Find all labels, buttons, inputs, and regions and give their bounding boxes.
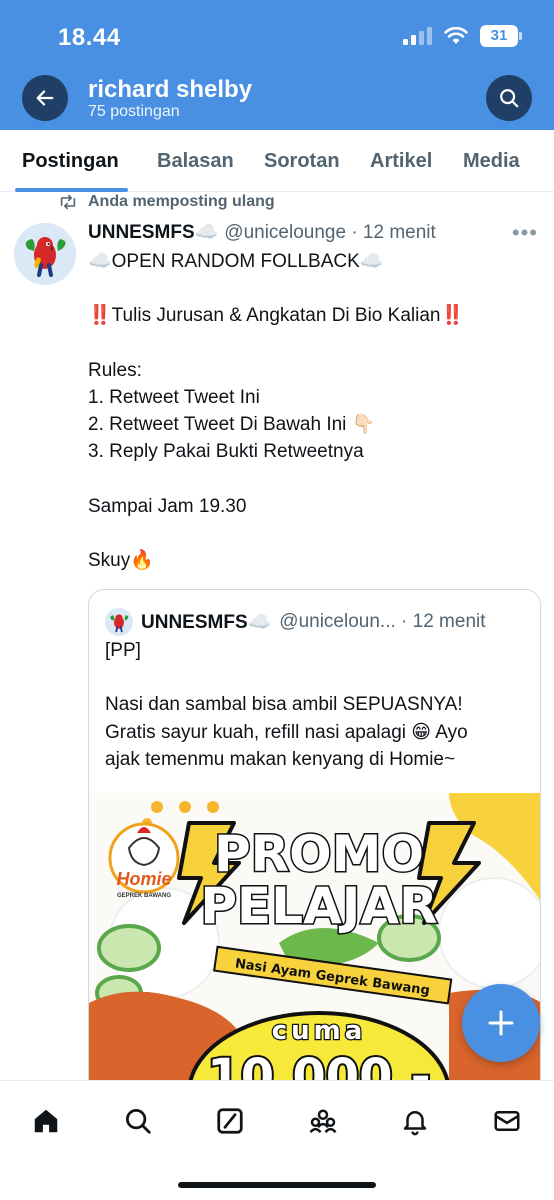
home-icon <box>34 1109 58 1133</box>
promo-logo-sub: GEPREK BAWANG <box>117 893 171 899</box>
status-time: 18.44 <box>58 24 121 51</box>
post-author-line: UNNESMFS☁️ @unicelounge · 12 menit <box>88 220 436 244</box>
back-button[interactable] <box>22 75 68 121</box>
search-icon <box>500 89 519 108</box>
quoted-line: [PP] <box>105 640 141 661</box>
parrot-avatar-icon <box>14 223 76 285</box>
profile-name: richard shelby <box>88 76 253 103</box>
quoted-author-name: UNNESMFS☁️ <box>141 612 272 633</box>
promo-cuma-text: cuma <box>272 1016 367 1046</box>
post-line: 3. Reply Pakai Bukti Retweetnya <box>88 441 364 463</box>
quoted-avatar <box>105 608 133 636</box>
quoted-author-meta: @uniceloun... · 12 menit <box>279 611 486 632</box>
search-button[interactable] <box>486 75 532 121</box>
grok-icon <box>217 1108 243 1134</box>
tab-artikel[interactable]: Artikel <box>370 150 432 173</box>
status-icons: 31 <box>403 25 522 47</box>
compose-post-button[interactable] <box>462 984 540 1062</box>
repost-context: Anda memposting ulang <box>58 193 275 211</box>
nav-explore[interactable] <box>118 1101 158 1141</box>
promo-headline-1: PROMO <box>214 825 424 883</box>
battery-indicator: 31 <box>480 25 522 47</box>
nav-notifications[interactable] <box>395 1101 435 1141</box>
post-line: Sampai Jam 19.30 <box>88 495 247 517</box>
quoted-line: Gratis sayur kuah, refill nasi apalagi 😁… <box>105 721 468 743</box>
promo-image[interactable]: Homie GEPREK BAWANG PROMO PELAJAR Nasi A… <box>89 793 540 1108</box>
post-line: 1. Retweet Tweet Ini <box>88 386 260 408</box>
post-count: 75 postingan <box>88 103 180 120</box>
profile-tabs: Postingan Balasan Sorotan Artikel Media <box>0 130 554 192</box>
promo-headline-2: PELAJAR <box>200 877 437 935</box>
post-author-meta: @unicelounge · 12 menit <box>224 222 436 243</box>
post-line: Skuy🔥 <box>88 550 154 572</box>
profile-header: 18.44 31 richard shelby 75 postingan <box>0 0 554 130</box>
cellular-signal-icon <box>403 27 432 45</box>
tab-postingan[interactable]: Postingan <box>22 150 119 173</box>
nav-grok[interactable] <box>210 1101 250 1141</box>
repost-icon <box>60 194 76 210</box>
explore-icon <box>126 1109 151 1134</box>
messages-icon <box>494 1111 520 1131</box>
quoted-line: Nasi dan sambal bisa ambil SEPUASNYA! <box>105 694 463 716</box>
post-line: ☁️OPEN RANDOM FOLLBACK☁️ <box>88 251 384 272</box>
back-arrow-icon <box>36 90 54 106</box>
home-indicator <box>178 1182 376 1188</box>
notifications-icon <box>403 1111 427 1136</box>
nav-communities[interactable] <box>303 1101 343 1141</box>
active-tab-indicator <box>15 188 128 192</box>
post-line: Rules: <box>88 359 142 381</box>
tab-media[interactable]: Media <box>463 150 520 173</box>
quoted-body: [PP] Nasi dan sambal bisa ambil SEPUASNY… <box>105 637 525 773</box>
promo-logo-text: Homie <box>116 869 171 889</box>
nav-home[interactable] <box>26 1101 66 1141</box>
post-author-name[interactable]: UNNESMFS☁️ <box>88 220 218 244</box>
quoted-line: ajak temenmu makan kenyang di Homie~ <box>105 748 456 770</box>
quoted-author-line: UNNESMFS☁️ @uniceloun... · 12 menit <box>105 608 486 636</box>
wifi-icon <box>444 27 468 44</box>
communities-icon <box>309 1109 337 1134</box>
post-body: ☁️OPEN RANDOM FOLLBACK☁️ ‼️Tulis Jurusan… <box>88 248 538 574</box>
tab-balasan[interactable]: Balasan <box>157 150 234 173</box>
avatar[interactable] <box>14 223 76 285</box>
plus-icon <box>488 1010 514 1036</box>
more-icon[interactable]: ••• <box>512 220 538 246</box>
parrot-avatar-icon <box>105 608 133 636</box>
post-line: ‼️Tulis Jurusan & Angkatan Di Bio Kalian… <box>88 305 465 327</box>
repost-label: Anda memposting ulang <box>88 193 275 210</box>
promo-graphic: Homie GEPREK BAWANG PROMO PELAJAR Nasi A… <box>89 793 540 1108</box>
tab-sorotan[interactable]: Sorotan <box>264 150 340 173</box>
post-line: 2. Retweet Tweet Di Bawah Ini 👇🏻 <box>88 414 376 436</box>
nav-messages[interactable] <box>487 1101 527 1141</box>
